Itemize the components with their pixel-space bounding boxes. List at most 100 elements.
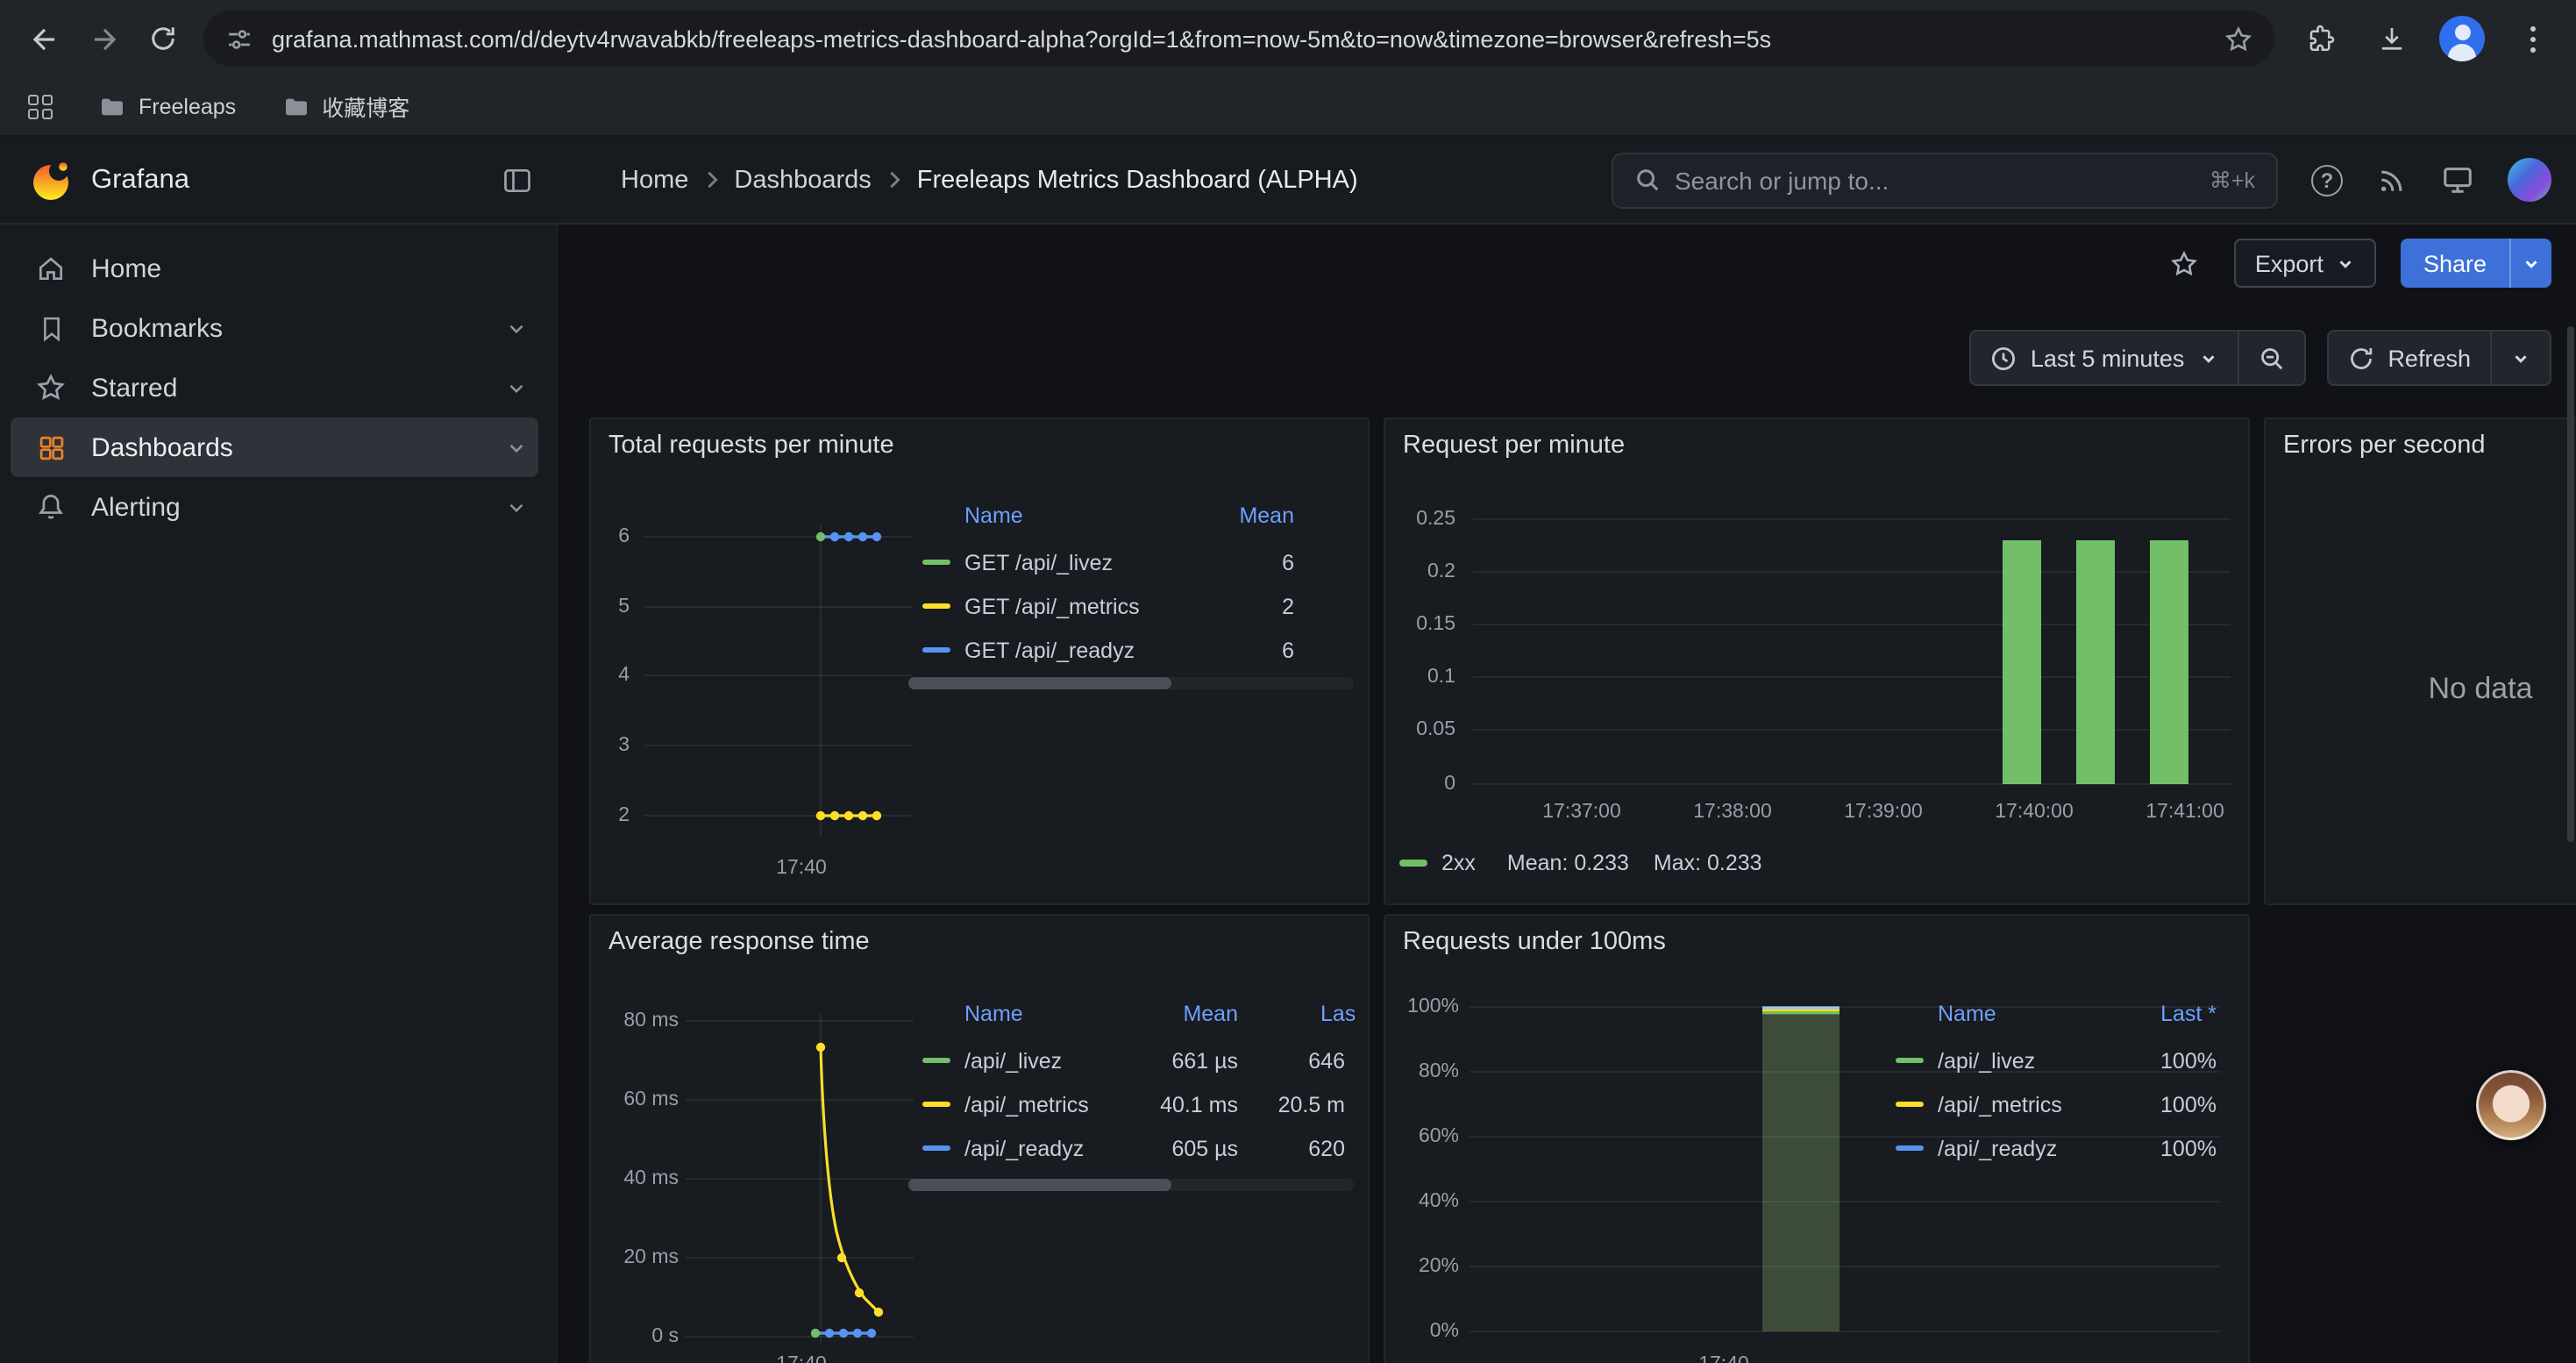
time-range-button[interactable]: Last 5 minutes	[1971, 332, 2238, 384]
series-name[interactable]: /api/_livez	[1938, 1048, 2035, 1073]
legend-row[interactable]: GET /api/_livez 6	[908, 540, 1354, 584]
legend-scrollbar[interactable]	[908, 1179, 1354, 1191]
chevron-down-icon[interactable]	[505, 376, 528, 399]
refresh-button[interactable]: Refresh	[2328, 332, 2490, 384]
legend-header-mean[interactable]: Mean	[1115, 1002, 1238, 1026]
export-button[interactable]: Export	[2234, 239, 2376, 288]
grafana-logo[interactable]	[28, 157, 74, 203]
sidebar-item-label: Home	[91, 253, 161, 283]
request-per-minute-chart[interactable]	[1473, 507, 2231, 791]
legend-row[interactable]: GET /api/_metrics 2	[908, 584, 1354, 628]
refresh-interval-button[interactable]	[2490, 332, 2550, 384]
sidebar-item-home[interactable]: Home	[11, 239, 538, 298]
bookmark-star-icon[interactable]	[2224, 24, 2253, 54]
series-name[interactable]: GET /api/_readyz	[964, 638, 1135, 662]
star-icon	[32, 372, 70, 403]
rss-icon	[2376, 164, 2408, 196]
grafana-header: Grafana Home Dashboards Freeleaps Metric…	[0, 137, 2576, 225]
chevron-down-icon[interactable]	[505, 436, 528, 459]
legend-header-mean[interactable]: Mean	[1239, 503, 1294, 528]
y-tick: 60 ms	[591, 1089, 679, 1110]
legend-row[interactable]: /api/_readyz 100%	[1882, 1126, 2217, 1170]
panel-title[interactable]: Request per minute	[1403, 432, 1625, 460]
page-scrollbar[interactable]	[2567, 326, 2574, 842]
legend-header-name[interactable]: Name	[964, 1002, 1023, 1026]
series-swatch-blue	[1896, 1145, 1924, 1152]
reload-button[interactable]	[133, 9, 193, 68]
legend-row[interactable]: GET /api/_readyz 6	[908, 628, 1354, 672]
search-placeholder: Search or jump to...	[1675, 166, 2195, 194]
x-tick: 17:40	[776, 858, 827, 879]
average-response-time-chart[interactable]	[686, 1007, 914, 1351]
user-avatar[interactable]	[2508, 158, 2551, 202]
legend-row[interactable]: /api/_readyz 605 µs 620	[908, 1126, 1359, 1170]
legend-header-name[interactable]: Name	[1938, 1002, 1996, 1026]
series-mean: 661 µs	[1115, 1048, 1238, 1073]
search-input[interactable]: Search or jump to... ⌘+k	[1612, 152, 2278, 208]
series-name[interactable]: 2xx	[1441, 851, 1476, 875]
panel-title[interactable]: Average response time	[608, 928, 870, 956]
series-name[interactable]: /api/_readyz	[1938, 1136, 2057, 1160]
bookmark-label: 收藏博客	[322, 89, 409, 123]
help-button[interactable]: ?	[2311, 164, 2343, 196]
total-requests-chart[interactable]	[640, 516, 912, 849]
share-button[interactable]: Share	[2401, 239, 2509, 288]
profile-button[interactable]	[2432, 9, 2492, 68]
y-tick: 60%	[1385, 1126, 1459, 1147]
brand-name[interactable]: Grafana	[91, 164, 189, 196]
series-swatch-yellow	[922, 1102, 950, 1108]
series-name[interactable]: /api/_readyz	[964, 1136, 1084, 1160]
browser-menu-button[interactable]	[2502, 9, 2562, 68]
breadcrumb-home[interactable]: Home	[621, 166, 688, 194]
sidebar-item-alerting[interactable]: Alerting	[11, 477, 538, 537]
legend-row[interactable]: /api/_livez 661 µs 646	[908, 1038, 1359, 1082]
scrollbar-thumb[interactable]	[908, 1179, 1171, 1191]
site-settings-icon[interactable]	[224, 24, 254, 54]
scrollbar-thumb[interactable]	[908, 677, 1171, 689]
panel-title[interactable]: Errors per second	[2283, 432, 2486, 460]
breadcrumb-dashboards[interactable]: Dashboards	[734, 166, 871, 194]
legend-header-row: Name Last *	[1882, 993, 2217, 1035]
series-swatch-blue	[922, 647, 950, 653]
series-name[interactable]: /api/_metrics	[964, 1092, 1089, 1117]
apps-grid-icon[interactable]	[28, 94, 53, 118]
favorite-dashboard-button[interactable]	[2169, 248, 2199, 278]
downloads-button[interactable]	[2362, 9, 2422, 68]
forward-button[interactable]	[74, 9, 133, 68]
url-text[interactable]: grafana.mathmast.com/d/deytv4rwavabkb/fr…	[272, 25, 2224, 52]
legend-header-last[interactable]: Last *	[2041, 1002, 2217, 1026]
kiosk-button[interactable]	[2441, 163, 2474, 196]
series-name[interactable]: /api/_livez	[964, 1048, 1062, 1073]
address-bar[interactable]: grafana.mathmast.com/d/deytv4rwavabkb/fr…	[203, 11, 2274, 67]
panel-title[interactable]: Total requests per minute	[608, 432, 894, 460]
panel-title[interactable]: Requests under 100ms	[1403, 928, 1666, 956]
help-icon: ?	[2311, 164, 2343, 196]
bookmark-folder-freeleaps[interactable]: Freeleaps	[98, 92, 236, 120]
news-button[interactable]	[2376, 164, 2408, 196]
series-swatch-blue	[922, 1145, 950, 1152]
legend-scrollbar[interactable]	[908, 677, 1354, 689]
series-name[interactable]: GET /api/_livez	[964, 550, 1113, 574]
chevron-down-icon[interactable]	[505, 317, 528, 339]
assistant-avatar[interactable]	[2476, 1070, 2546, 1140]
star-icon	[2169, 248, 2199, 278]
legend-row[interactable]: /api/_livez 100%	[1882, 1038, 2217, 1082]
series-swatch-green	[922, 560, 950, 566]
chevron-down-icon[interactable]	[505, 496, 528, 518]
series-name[interactable]: GET /api/_metrics	[964, 594, 1140, 618]
sidebar-item-dashboards[interactable]: Dashboards	[11, 417, 538, 477]
zoom-out-button[interactable]	[2237, 332, 2303, 384]
bookmark-folder-blog[interactable]: 收藏博客	[281, 89, 409, 123]
sidebar-toggle-button[interactable]	[502, 164, 533, 196]
extensions-button[interactable]	[2292, 9, 2352, 68]
legend-stats-row[interactable]: 2xx Mean: 0.233 Max: 0.233	[1399, 846, 1762, 881]
sidebar-item-bookmarks[interactable]: Bookmarks	[11, 298, 538, 358]
legend-row[interactable]: /api/_metrics 100%	[1882, 1082, 2217, 1126]
share-menu-button[interactable]	[2509, 239, 2551, 288]
legend-header-last[interactable]: Las	[1320, 1002, 1356, 1026]
sidebar-item-starred[interactable]: Starred	[11, 358, 538, 417]
legend-header-name[interactable]: Name	[964, 503, 1023, 528]
back-button[interactable]	[14, 9, 74, 68]
back-icon	[27, 22, 60, 55]
legend-row[interactable]: /api/_metrics 40.1 ms 20.5 m	[908, 1082, 1359, 1126]
